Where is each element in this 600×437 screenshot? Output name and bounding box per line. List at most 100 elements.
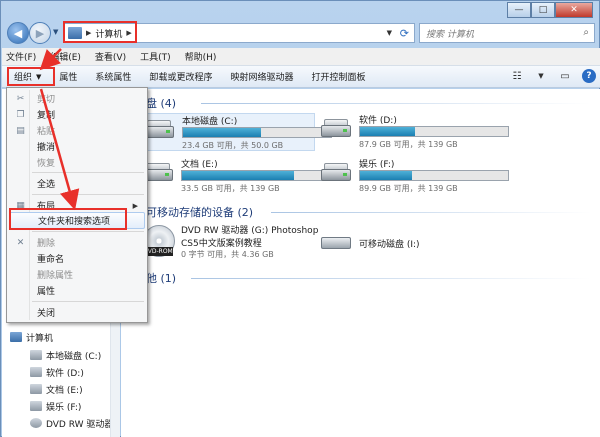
dvd-icon [30, 418, 42, 428]
breadcrumb-arrow-icon[interactable]: ▶ [126, 29, 131, 37]
nav-drive-c[interactable]: 本地磁盘 (C:) [30, 347, 101, 363]
caption-buttons: — □ ✕ [507, 2, 593, 18]
search-placeholder: 搜索 计算机 [426, 29, 474, 40]
menu-separator [32, 194, 144, 195]
drive-icon [30, 350, 42, 360]
open-control-panel-button[interactable]: 打开控制面板 [302, 66, 374, 88]
menu-item-label: 删除属性 [37, 271, 74, 281]
nav-drive-d[interactable]: 软件 (D:) [30, 364, 84, 380]
drive-tile-i[interactable]: 可移动磁盘 (I:) [321, 231, 493, 255]
view-options-icon[interactable]: ☷ [510, 69, 524, 83]
menu-item-rename[interactable]: 重命名 [9, 250, 145, 267]
scissors-icon: ✂ [16, 93, 25, 104]
menu-separator [32, 172, 144, 173]
organize-button[interactable]: 组织 ▼ [2, 66, 50, 88]
menu-view[interactable]: 查看(V) [95, 50, 126, 63]
menu-separator [32, 301, 144, 302]
menu-file[interactable]: 文件(F) [6, 50, 36, 63]
drive-name: 本地磁盘 (C:) [182, 117, 238, 127]
menu-item-label: 关闭 [37, 309, 56, 319]
drive-tile-g[interactable]: DVD-ROM DVD RW 驱动器 (G:) Photoshop CS5中文版… [143, 223, 319, 263]
menu-item-properties[interactable]: 属性 [9, 282, 145, 299]
refresh-icon[interactable]: ⟳ [400, 27, 409, 40]
drive-info: 87.9 GB 可用，共 139 GB [359, 140, 458, 149]
drive-name: 软件 (D:) [359, 116, 397, 126]
menu-item-cut[interactable]: ✂ 剪切 [9, 90, 145, 107]
menu-item-label: 撤消 [37, 143, 56, 153]
map-network-drive-button[interactable]: 映射网络驱动器 [221, 66, 302, 88]
search-icon[interactable]: ⌕ [583, 27, 589, 38]
minimize-button[interactable]: — [507, 2, 531, 18]
chevron-down-icon: ▼ [36, 72, 42, 81]
organize-label: 组织 [14, 73, 33, 83]
menu-item-label: 删除 [37, 239, 56, 249]
breadcrumb-arrow-icon[interactable]: ▶ [86, 29, 91, 37]
drive-tile-c[interactable]: 本地磁盘 (C:) 23.4 GB 可用，共 50.0 GB [143, 113, 332, 151]
menu-item-delete[interactable]: ✕ 删除 [9, 234, 145, 251]
command-bar-right: ☷ ▼ ▭ ? [510, 69, 596, 83]
back-button[interactable]: ◀ [7, 22, 29, 44]
properties-button[interactable]: 属性 [50, 66, 86, 88]
delete-icon: ✕ [16, 237, 25, 248]
forward-button[interactable]: ▶ [29, 22, 51, 44]
nav-label: 软件 (D:) [46, 368, 84, 379]
menu-item-select-all[interactable]: 全选 [9, 175, 145, 192]
capacity-bar [181, 170, 331, 181]
command-bar: 组织 ▼ 属性 系统属性 卸载或更改程序 映射网络驱动器 打开控制面板 ☷ ▼ … [2, 66, 600, 88]
system-properties-button[interactable]: 系统属性 [86, 66, 140, 88]
close-button[interactable]: ✕ [555, 2, 593, 18]
drive-tile-d[interactable]: 软件 (D:) 87.9 GB 可用，共 139 GB [321, 113, 509, 151]
uninstall-program-button[interactable]: 卸载或更改程序 [140, 66, 221, 88]
help-icon[interactable]: ? [582, 69, 596, 83]
nav-computer[interactable]: 计算机 [10, 329, 53, 345]
nav-label: 娱乐 (F:) [46, 402, 82, 413]
drive-info: 89.9 GB 可用，共 139 GB [359, 184, 458, 193]
menu-item-label: 恢复 [37, 159, 56, 169]
menu-item-remove-properties[interactable]: 删除属性 [9, 266, 145, 283]
menu-item-label: 复制 [37, 111, 56, 121]
maximize-button[interactable]: □ [531, 2, 555, 18]
paste-icon: ▤ [16, 125, 25, 136]
nav-drive-e[interactable]: 文档 (E:) [30, 381, 83, 397]
nav-scrollbar[interactable] [110, 317, 120, 437]
menu-item-copy[interactable]: ❐ 复制 [9, 106, 145, 123]
menu-item-redo[interactable]: 恢复 [9, 154, 145, 171]
menu-item-label: 布局 [37, 202, 56, 212]
group-divider [201, 103, 591, 104]
drive-tile-e[interactable]: 文档 (E:) 33.5 GB 可用，共 139 GB [143, 157, 331, 195]
nav-drive-f[interactable]: 娱乐 (F:) [30, 398, 81, 414]
menu-tools[interactable]: 工具(T) [140, 50, 171, 63]
menu-bar: 文件(F) 编辑(E) 查看(V) 工具(T) 帮助(H) [2, 48, 600, 66]
menu-item-undo[interactable]: 撤消 [9, 138, 145, 155]
menu-item-paste[interactable]: ▤ 粘贴 [9, 122, 145, 139]
drive-name: DVD RW 驱动器 (G:) Photoshop [181, 226, 319, 236]
capacity-fill [183, 128, 262, 137]
preview-pane-icon[interactable]: ▭ [558, 69, 572, 83]
nav-label: 文档 (E:) [46, 385, 83, 396]
history-dropdown-icon[interactable]: ▼ [53, 28, 58, 36]
menu-help[interactable]: 帮助(H) [185, 50, 217, 63]
explorer-window: — □ ✕ ◀ ▶ ▼ ▶ 计算机 ▶ ▼ ⟳ 搜索 计算机 ⌕ 文件(F) 编… [0, 0, 600, 437]
capacity-fill [360, 127, 415, 136]
address-row: ◀ ▶ ▼ ▶ 计算机 ▶ ▼ ⟳ 搜索 计算机 ⌕ [1, 19, 600, 47]
menu-item-label: 剪切 [37, 95, 56, 105]
menu-item-folder-options[interactable]: 文件夹和搜索选项 [9, 212, 145, 229]
menu-item-close[interactable]: 关闭 [9, 304, 145, 321]
address-dropdown-icon[interactable]: ▼ [387, 29, 392, 37]
nav-drive-g[interactable]: DVD RW 驱动器 [30, 415, 113, 431]
computer-icon [68, 27, 82, 39]
drive-tile-f[interactable]: 娱乐 (F:) 89.9 GB 可用，共 139 GB [321, 157, 509, 195]
drive-info: 0 字节 可用，共 4.36 GB [181, 250, 274, 259]
address-bar[interactable]: ▶ 计算机 ▶ ▼ ⟳ [63, 23, 415, 43]
nav-label: 本地磁盘 (C:) [46, 351, 102, 362]
content-pane: 硬盘 (4) 本地磁盘 (C:) 23.4 GB 可用，共 50.0 GB 软件… [121, 89, 600, 437]
computer-icon [10, 332, 22, 342]
group-header-removable[interactable]: 有可移动存储的设备 (2) [135, 204, 253, 220]
chevron-down-icon[interactable]: ▼ [534, 69, 548, 83]
drive-name: 娱乐 (F:) [359, 160, 395, 170]
menu-edit[interactable]: 编辑(E) [50, 50, 81, 63]
search-input[interactable]: 搜索 计算机 ⌕ [419, 23, 595, 43]
nav-label: 计算机 [26, 333, 54, 344]
submenu-arrow-icon: ▶ [132, 201, 138, 210]
breadcrumb-computer[interactable]: 计算机 [95, 27, 122, 40]
